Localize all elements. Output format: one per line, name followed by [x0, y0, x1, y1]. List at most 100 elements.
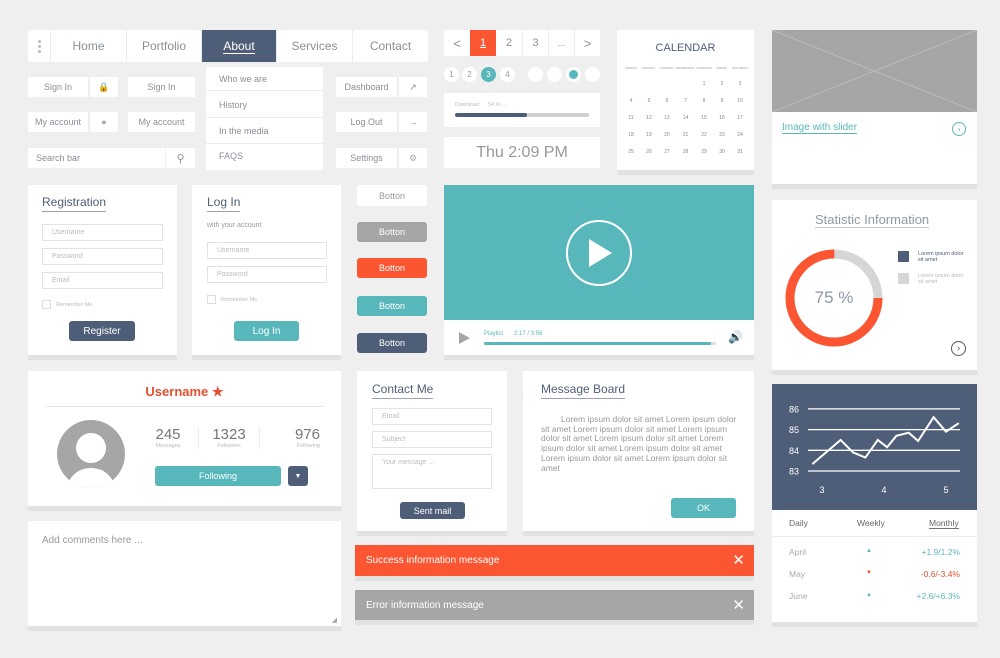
step-4[interactable]: 4	[500, 67, 515, 82]
calendar-day[interactable]: 19	[640, 132, 658, 138]
calendar-day[interactable]: 4	[622, 98, 640, 104]
calendar-day[interactable]: 16	[713, 115, 731, 121]
calendar-day[interactable]: 1	[695, 81, 713, 87]
volume-icon[interactable]: 🔊	[728, 330, 743, 344]
tab-monthly[interactable]: Monthly	[929, 518, 959, 529]
slider-dot[interactable]	[528, 67, 543, 82]
step-3[interactable]: 3	[481, 67, 496, 82]
playlist-label[interactable]: Playlist	[484, 331, 503, 337]
lock-icon[interactable]: 🔒	[90, 77, 118, 97]
search-icon[interactable]: ⚲	[166, 148, 195, 168]
comments-box[interactable]: Add comments here ... ◢	[28, 521, 341, 626]
calendar-day[interactable]: 11	[622, 115, 640, 121]
nav-services[interactable]: Services	[276, 30, 352, 62]
chevron-right-icon[interactable]: ›	[952, 122, 966, 136]
calendar-day[interactable]: 26	[640, 149, 658, 155]
nav-portfolio[interactable]: Portfolio	[126, 30, 201, 62]
chevron-down-icon[interactable]: ▼	[288, 466, 308, 486]
calendar-day[interactable]: 23	[713, 132, 731, 138]
vertical-dots-icon[interactable]	[28, 30, 50, 62]
avatar[interactable]	[57, 420, 125, 488]
calendar-day[interactable]: 5	[640, 98, 658, 104]
page-2[interactable]: 2	[496, 30, 522, 56]
slider-dot-active[interactable]	[569, 70, 578, 79]
external-link-icon[interactable]: ↗	[399, 77, 427, 97]
user-icon[interactable]: ●	[90, 112, 118, 132]
sign-in-button-plain[interactable]: Sign In	[128, 77, 195, 97]
calendar-day[interactable]: 25	[622, 149, 640, 155]
button-orange[interactable]: Botton	[357, 258, 427, 278]
calendar-day[interactable]: 7	[676, 98, 695, 104]
nav-home[interactable]: Home	[50, 30, 126, 62]
page-1[interactable]: 1	[470, 30, 496, 56]
settings-button[interactable]: Settings	[336, 148, 397, 168]
my-account-button-plain[interactable]: My account	[128, 112, 195, 132]
subject-field[interactable]: Subject	[372, 431, 492, 448]
email-field[interactable]: Email	[372, 408, 492, 425]
gear-icon[interactable]: ⚙	[399, 148, 427, 168]
button-teal[interactable]: Botton	[357, 296, 427, 316]
dropdown-item[interactable]: Who we are	[206, 67, 323, 91]
tab-weekly[interactable]: Weekly	[857, 518, 885, 528]
nav-about[interactable]: About	[201, 30, 276, 62]
calendar-day[interactable]: 9	[713, 98, 731, 104]
calendar-day[interactable]: 6	[658, 98, 676, 104]
calendar-day[interactable]: 24	[731, 132, 749, 138]
dropdown-item[interactable]: In the media	[206, 118, 323, 144]
calendar-day[interactable]: 27	[658, 149, 676, 155]
button-white[interactable]: Botton	[357, 185, 427, 206]
tab-daily[interactable]: Daily	[789, 518, 808, 528]
calendar-day[interactable]: 28	[676, 149, 695, 155]
message-field[interactable]: Your message ...	[372, 454, 492, 489]
dropdown-item[interactable]: FAQS	[206, 144, 323, 168]
remember-checkbox[interactable]	[42, 300, 51, 309]
calendar-day[interactable]: 22	[695, 132, 713, 138]
dropdown-item[interactable]: History	[206, 92, 323, 118]
page-3[interactable]: 3	[522, 30, 548, 56]
slider-dot[interactable]	[585, 67, 600, 82]
button-gray[interactable]: Botton	[357, 222, 427, 242]
chevron-right-icon[interactable]: ›	[951, 341, 966, 356]
send-mail-button[interactable]: Sent mail	[400, 502, 465, 519]
calendar-day[interactable]: 21	[676, 132, 695, 138]
calendar-day[interactable]: 29	[695, 149, 713, 155]
dashboard-button[interactable]: Dashboard	[336, 77, 397, 97]
video-area[interactable]	[444, 185, 754, 320]
password-field[interactable]: Password	[42, 248, 163, 265]
log-out-button[interactable]: Log Out	[336, 112, 397, 132]
button-navy[interactable]: Botton	[357, 333, 427, 353]
calendar-day[interactable]: 13	[658, 115, 676, 121]
calendar-day[interactable]: 17	[731, 115, 749, 121]
username-field[interactable]: Username	[207, 242, 327, 259]
login-button[interactable]: Log In	[234, 321, 299, 341]
close-icon[interactable]: ✕	[732, 551, 745, 569]
ok-button[interactable]: OK	[671, 498, 736, 518]
next-page-button[interactable]: >	[574, 30, 600, 56]
play-small-icon[interactable]	[459, 332, 470, 344]
my-account-button[interactable]: My account	[28, 112, 88, 132]
remember-checkbox[interactable]	[207, 295, 216, 304]
step-1[interactable]: 1	[444, 67, 459, 82]
calendar-day[interactable]: 18	[622, 132, 640, 138]
resize-handle-icon[interactable]: ◢	[332, 616, 337, 624]
search-input[interactable]: Search bar	[28, 148, 165, 168]
page-ellipsis[interactable]: ...	[548, 30, 574, 56]
nav-contact[interactable]: Contact	[352, 30, 428, 62]
username-field[interactable]: Username	[42, 224, 163, 241]
play-icon[interactable]	[566, 219, 632, 286]
calendar-day[interactable]: 2	[713, 81, 731, 87]
step-2[interactable]: 2	[462, 67, 477, 82]
email-field[interactable]: Email	[42, 272, 163, 289]
calendar-day[interactable]: 10	[731, 98, 749, 104]
slider-dot[interactable]	[547, 67, 562, 82]
close-icon[interactable]: ✕	[732, 596, 745, 614]
following-button[interactable]: Following	[155, 466, 281, 486]
sign-in-button[interactable]: Sign In	[28, 77, 88, 97]
password-field[interactable]: Password	[207, 266, 327, 283]
arrow-right-icon[interactable]: →	[399, 112, 427, 132]
calendar-day[interactable]: 20	[658, 132, 676, 138]
image-slider-label[interactable]: Image with slider	[782, 122, 858, 134]
calendar-day[interactable]: 3	[731, 81, 749, 87]
calendar-day[interactable]: 14	[676, 115, 695, 121]
calendar-day[interactable]: 8	[695, 98, 713, 104]
